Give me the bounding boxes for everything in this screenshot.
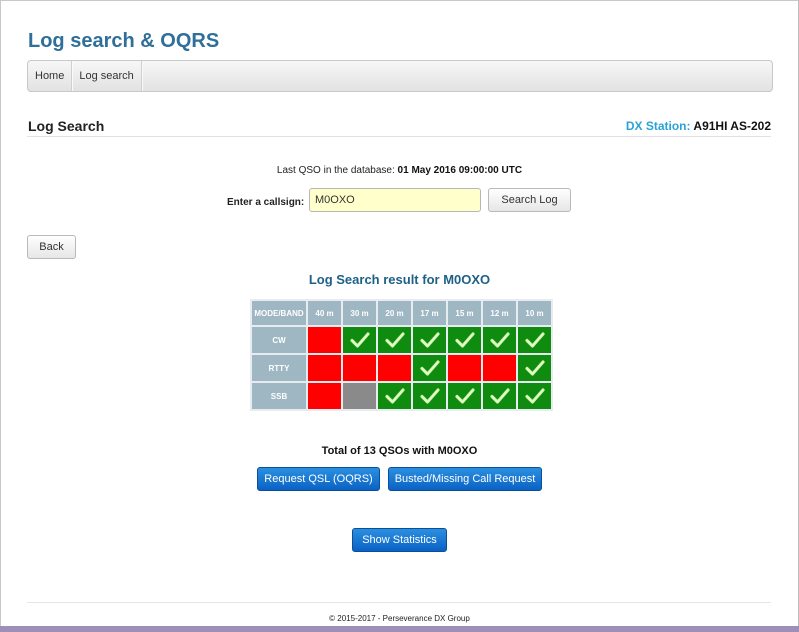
dx-station: DX Station: A91HI AS-202 [626,119,771,133]
qso-grid: MODE/BAND 40 m 30 m 20 m 17 m 15 m 12 m 10 m C… [250,299,553,411]
callsign-input[interactable] [309,188,481,212]
band-header: 30 m [341,299,378,327]
qso-cell-red [376,353,413,383]
footer-divider [27,602,771,603]
band-header: 12 m [481,299,518,327]
grid-corner-header: MODE/BAND [250,299,308,327]
check-icon [524,388,545,404]
nav-home[interactable]: Home [28,61,73,91]
section-divider [27,136,771,137]
band-header: 10 m [516,299,553,327]
total-qsos: Total of 13 QSOs with M0OXO [321,445,478,457]
nav-log-search[interactable]: Log search [72,61,142,91]
search-log-button[interactable]: Search Log [488,188,571,212]
qso-cell-green [446,325,483,355]
band-header: 40 m [306,299,343,327]
check-icon [524,332,545,348]
dx-station-label: DX Station: [625,119,691,133]
mode-label: RTTY [250,353,308,383]
dx-station-value: A91HI AS-202 [693,119,771,133]
qso-cell-red [481,353,518,383]
qso-grid-table: MODE/BAND 40 m 30 m 20 m 17 m 15 m 12 m 10 m C… [250,299,553,411]
grid-row: RTTY [250,353,553,383]
mode-label: CW [250,325,308,355]
qso-cell-green [446,381,483,411]
check-icon [349,332,370,348]
check-icon [384,332,405,348]
callsign-label: Enter a callsign: [227,197,305,208]
band-header: 17 m [411,299,448,327]
qso-cell-red [341,353,378,383]
qso-cell-green [516,353,553,383]
qso-cell-green [411,353,448,383]
qso-cell-grey [341,381,378,411]
show-statistics-button[interactable]: Show Statistics [352,528,447,552]
check-icon [419,388,440,404]
last-qso-info: Last QSO in the database: 01 May 2016 09… [0,165,799,176]
back-button[interactable]: Back [27,235,76,259]
qso-cell-green [376,381,413,411]
qso-cell-green [481,325,518,355]
site-title: Log search & OQRS [28,30,220,52]
mode-label: SSB [250,381,308,411]
grid-body: CW RTTY SSB [250,325,553,411]
window-bottom-bar [0,626,799,632]
result-title: Log Search result for M0OXO [308,272,491,287]
check-icon [489,388,510,404]
grid-row: SSB [250,381,553,411]
check-icon [419,332,440,348]
section-title: Log Search [28,118,105,134]
qso-cell-red [306,353,343,383]
check-icon [454,388,475,404]
qso-cell-green [411,381,448,411]
navbar: Home Log search [27,60,773,92]
qso-cell-green [376,325,413,355]
qso-cell-green [516,325,553,355]
qso-cell-red [306,381,343,411]
check-icon [524,360,545,376]
last-qso-value: 01 May 2016 09:00:00 UTC [397,165,523,176]
check-icon [419,360,440,376]
last-qso-prefix: Last QSO in the database: [276,165,395,176]
qso-cell-green [516,381,553,411]
band-header: 20 m [376,299,413,327]
grid-row: CW [250,325,553,355]
footer: © 2015-2017 - Perseverance DX Group [329,614,470,623]
request-qsl-button[interactable]: Request QSL (OQRS) [257,467,380,491]
band-header: 15 m [446,299,483,327]
qso-cell-red [306,325,343,355]
grid-header-row: MODE/BAND 40 m 30 m 20 m 17 m 15 m 12 m 10 m [250,299,553,327]
qso-cell-green [341,325,378,355]
qso-cell-red [446,353,483,383]
check-icon [384,388,405,404]
qso-cell-green [481,381,518,411]
check-icon [489,332,510,348]
qso-cell-green [411,325,448,355]
check-icon [454,332,475,348]
busted-missing-call-button[interactable]: Busted/Missing Call Request [388,467,542,491]
